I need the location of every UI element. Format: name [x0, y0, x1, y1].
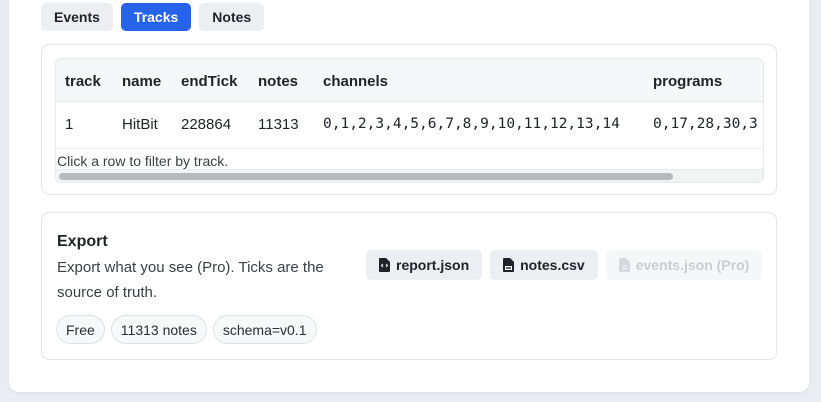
tab-tracks[interactable]: Tracks — [120, 3, 192, 31]
cell-channels: 0,1,2,3,4,5,6,7,8,9,10,11,12,13,14 — [323, 116, 620, 132]
export-title: Export — [57, 233, 108, 250]
cell-notes: 11313 — [258, 116, 299, 133]
export-notes-csv-label: notes.csv — [520, 257, 585, 273]
tracks-panel: track name endTick notes channels progra… — [41, 44, 777, 195]
column-header-endtick[interactable]: endTick — [181, 73, 237, 90]
tab-events[interactable]: Events — [41, 3, 113, 31]
export-buttons: report.json notes.csv events.json (Pro) — [366, 250, 763, 280]
export-events-json-button[interactable]: events.json (Pro) — [605, 250, 763, 280]
export-chips: Free 11313 notes schema=v0.1 — [56, 315, 317, 344]
column-header-track[interactable]: track — [65, 73, 101, 90]
scrollbar-thumb[interactable] — [59, 173, 673, 180]
cell-name: HitBit — [122, 116, 158, 133]
json-file-icon — [379, 258, 390, 272]
tab-notes[interactable]: Notes — [199, 3, 265, 31]
plan-badge: Free — [56, 315, 105, 344]
export-report-json-button[interactable]: report.json — [366, 250, 483, 280]
notes-count-badge: 11313 notes — [110, 315, 207, 344]
horizontal-scrollbar[interactable] — [56, 169, 763, 182]
schema-badge: schema=v0.1 — [212, 315, 317, 344]
column-header-notes[interactable]: notes — [258, 73, 298, 90]
column-header-programs[interactable]: programs — [653, 73, 722, 90]
column-header-name[interactable]: name — [122, 73, 161, 90]
column-header-channels[interactable]: channels — [323, 73, 388, 90]
cell-programs: 0,17,28,30,3 — [653, 116, 758, 132]
export-panel: Export Export what you see (Pro). Ticks … — [41, 212, 777, 360]
cell-endtick: 228864 — [181, 116, 232, 133]
file-icon — [618, 258, 630, 272]
table-row[interactable]: 1 HitBit 228864 11313 0,1,2,3,4,5,6,7,8,… — [56, 102, 763, 145]
export-notes-csv-button[interactable]: notes.csv — [490, 250, 598, 280]
csv-file-icon — [503, 258, 515, 272]
tab-bar: Events Tracks Notes — [41, 3, 265, 31]
tracks-table: track name endTick notes channels progra… — [55, 58, 764, 183]
export-description: Export what you see (Pro). Ticks are the… — [57, 259, 324, 301]
export-events-json-label: events.json (Pro) — [635, 257, 750, 273]
export-report-json-label: report.json — [396, 257, 470, 273]
cell-track: 1 — [65, 116, 74, 133]
table-header-row: track name endTick notes channels progra… — [56, 59, 763, 102]
